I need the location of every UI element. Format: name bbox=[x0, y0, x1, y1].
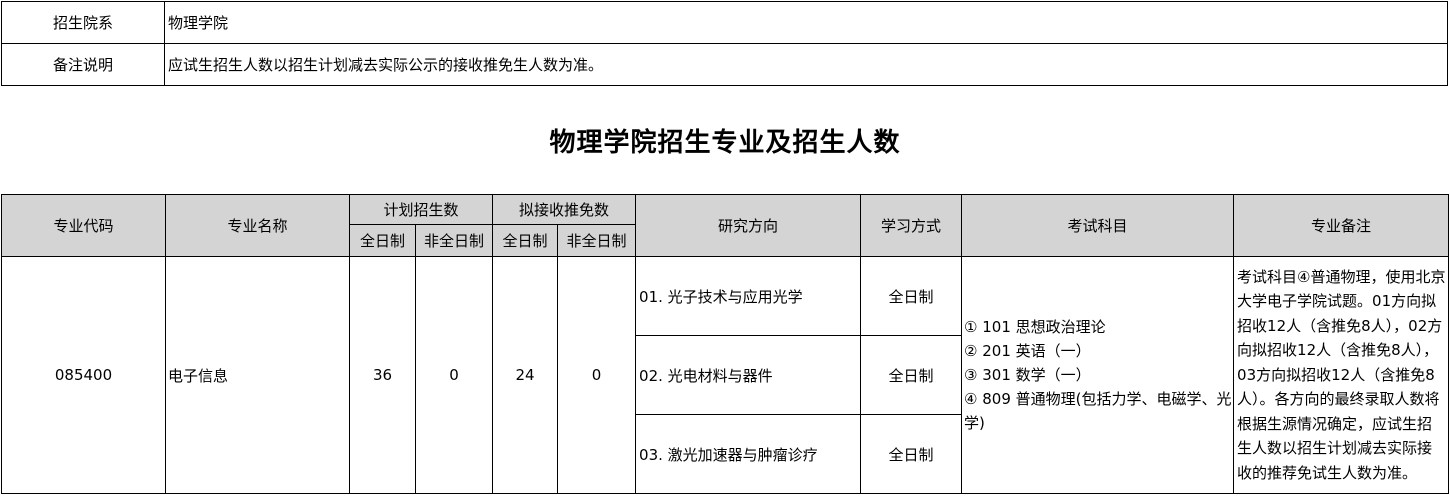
cell-mode-02: 全日制 bbox=[860, 335, 963, 415]
majors-table: 专业代码 专业名称 计划招生数 拟接收推免数 研究方向 学习方式 考试科目 专业… bbox=[1, 194, 1450, 494]
info-label-remark: 备注说明 bbox=[1, 43, 165, 86]
cell-exam-subjects: ① 101 思想政治理论 ② 201 英语（一） ③ 301 数学（一） ④ 8… bbox=[961, 256, 1235, 494]
table-row: 085400 电子信息 36 0 24 0 01. 光子技术与应用光学 全日制 … bbox=[1, 256, 1450, 494]
header-plan-full: 全日制 bbox=[349, 224, 416, 257]
header-note: 专业备注 bbox=[1233, 194, 1450, 257]
exam-subject-2: ② 201 英语（一） bbox=[964, 342, 1091, 360]
page-title: 物理学院招生专业及招生人数 bbox=[549, 128, 901, 158]
info-row-department: 招生院系 物理学院 bbox=[1, 1, 1448, 44]
cell-direction-03: 03. 激光加速器与肿瘤诊疗 bbox=[635, 414, 862, 494]
cell-code: 085400 bbox=[1, 256, 166, 494]
cell-exempt-full: 24 bbox=[492, 256, 559, 494]
info-table: 招生院系 物理学院 备注说明 应试生招生人数以招生计划减去实际公示的接收推免生人… bbox=[1, 1, 1448, 86]
cell-mode-01: 全日制 bbox=[860, 256, 963, 336]
info-value-remark: 应试生招生人数以招生计划减去实际公示的接收推免生人数为准。 bbox=[164, 43, 1448, 86]
cell-direction-01: 01. 光子技术与应用光学 bbox=[635, 256, 862, 336]
cell-plan-full: 36 bbox=[349, 256, 416, 494]
header-name: 专业名称 bbox=[165, 194, 350, 257]
exam-subject-1: ① 101 思想政治理论 bbox=[964, 318, 1106, 336]
cell-direction-02: 02. 光电材料与器件 bbox=[635, 335, 862, 415]
header-plan: 计划招生数 bbox=[348, 194, 494, 225]
cell-note: 考试科目④普通物理，使用北京大学电子学院试题。01方向拟招收12人（含推免8人）… bbox=[1233, 256, 1450, 494]
header-direction: 研究方向 bbox=[635, 194, 862, 257]
header-exempt-part: 非全日制 bbox=[557, 224, 637, 257]
cell-name: 电子信息 bbox=[165, 256, 350, 494]
header-exempt-full: 全日制 bbox=[492, 224, 559, 257]
exam-subject-4: ④ 809 普通物理(包括力学、电磁学、光学) bbox=[964, 390, 1232, 432]
header-code: 专业代码 bbox=[1, 194, 166, 257]
header-mode: 学习方式 bbox=[860, 194, 963, 257]
exam-subject-3: ③ 301 数学（一） bbox=[964, 366, 1091, 384]
cell-exempt-part: 0 bbox=[557, 256, 637, 494]
header-exempt: 拟接收推免数 bbox=[492, 194, 637, 225]
info-label-department: 招生院系 bbox=[1, 1, 165, 44]
header-row: 专业代码 专业名称 计划招生数 拟接收推免数 研究方向 学习方式 考试科目 专业… bbox=[1, 194, 1450, 257]
header-exam: 考试科目 bbox=[961, 194, 1235, 257]
header-plan-part: 非全日制 bbox=[414, 224, 494, 257]
info-row-remark: 备注说明 应试生招生人数以招生计划减去实际公示的接收推免生人数为准。 bbox=[1, 43, 1448, 86]
info-value-department: 物理学院 bbox=[164, 1, 1448, 44]
cell-mode-03: 全日制 bbox=[860, 414, 963, 494]
cell-plan-part: 0 bbox=[414, 256, 494, 494]
